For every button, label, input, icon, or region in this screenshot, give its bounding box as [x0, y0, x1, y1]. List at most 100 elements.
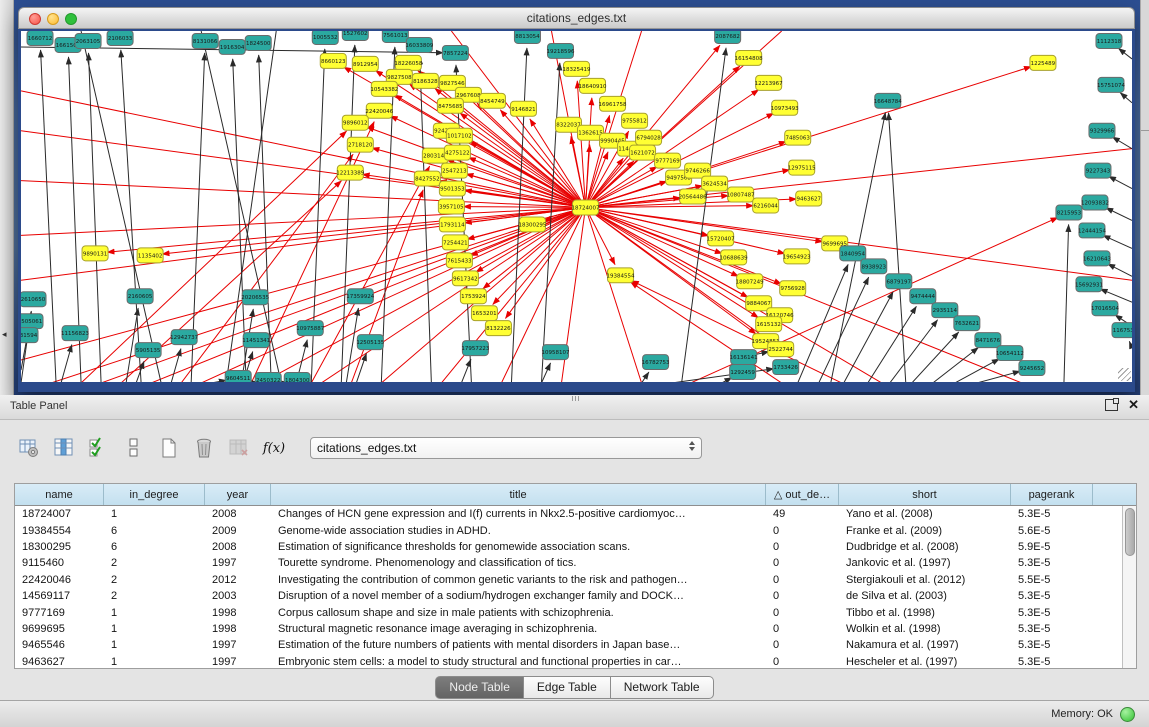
table-row[interactable]: 1872400712008Changes of HCN gene express… — [15, 506, 1122, 522]
graph-node[interactable]: 18226058 — [394, 55, 422, 70]
graph-node[interactable]: 2610650 — [21, 292, 46, 307]
graph-node[interactable]: 15720407 — [707, 231, 735, 246]
graph-node[interactable]: 16961758 — [599, 96, 627, 111]
graph-node[interactable]: 8471676 — [975, 333, 1001, 348]
graph-node[interactable]: 7632621 — [954, 316, 980, 331]
graph-node[interactable]: 8813054 — [514, 31, 540, 43]
function-builder-icon[interactable]: f(x) — [261, 435, 287, 461]
graph-node[interactable]: 8912954 — [352, 56, 378, 71]
table-row[interactable]: 911546021997Tourette syndrome. Phenomeno… — [15, 555, 1122, 571]
graph-node[interactable]: 1840954 — [840, 246, 866, 261]
window-titlebar[interactable]: citations_edges.txt — [18, 7, 1135, 29]
resize-grip-icon[interactable] — [1118, 368, 1131, 381]
graph-node[interactable]: 8215953 — [1056, 205, 1082, 220]
graph-node[interactable]: 9756928 — [780, 281, 806, 296]
graph-node[interactable]: 12213967 — [755, 75, 783, 90]
graph-node[interactable]: 1017102 — [446, 128, 472, 143]
graph-node[interactable]: 16033809 — [405, 37, 433, 52]
table-row[interactable]: 2242004622012Investigating the contribut… — [15, 572, 1122, 588]
graph-node[interactable]: 8454749 — [479, 93, 505, 108]
graph-node[interactable]: 9329966 — [1089, 123, 1115, 138]
graph-node[interactable]: 9777169 — [655, 153, 681, 168]
graph-node[interactable]: 9463627 — [796, 191, 822, 206]
graph-node[interactable]: 7857224 — [442, 45, 468, 60]
graph-node[interactable]: 9617342 — [452, 271, 478, 286]
graph-node[interactable]: 1621072 — [630, 145, 656, 160]
column-header-year[interactable]: year — [205, 484, 271, 505]
graph-node[interactable]: 12975115 — [788, 160, 816, 175]
graph-node[interactable]: 2106033 — [107, 31, 133, 45]
table-row[interactable]: 969969511998Structural magnetic resonanc… — [15, 621, 1122, 637]
table-row[interactable]: 946554611997Estimation of the future num… — [15, 637, 1122, 653]
column-header-out_de[interactable]: △ out_de… — [766, 484, 839, 505]
checklist-icon[interactable] — [86, 435, 112, 461]
graph-node[interactable]: 2087682 — [715, 31, 741, 43]
graph-node[interactable]: 10973493 — [771, 100, 799, 115]
graph-node[interactable]: 7485063 — [785, 130, 811, 145]
graph-node[interactable]: 1793114 — [439, 217, 465, 232]
collapse-arrow-icon[interactable]: ◂ — [2, 330, 7, 339]
graph-node[interactable]: 3624534 — [702, 176, 728, 191]
graph-node[interactable]: 1135402 — [137, 248, 163, 263]
graph-node[interactable]: 5905135 — [135, 343, 161, 358]
table-select-combo[interactable]: citations_edges.txt — [310, 437, 702, 459]
graph-node[interactable]: 11451341 — [242, 333, 270, 348]
graph-node[interactable]: 15692931 — [1075, 277, 1103, 292]
table-scrollbar[interactable] — [1122, 506, 1136, 668]
graph-node[interactable]: 1660712 — [27, 31, 53, 45]
graph-node[interactable]: 12213389 — [336, 165, 364, 180]
graph-node[interactable]: 1292459 — [730, 365, 756, 380]
graph-node[interactable]: 10654112 — [996, 346, 1024, 361]
graph-node[interactable]: 1167533 — [1112, 323, 1132, 338]
column-header-in_degree[interactable]: in_degree — [104, 484, 205, 505]
graph-nodes[interactable]: 1872400718300295866012389129541822605898… — [21, 31, 1132, 382]
graph-node[interactable]: 2547213 — [441, 163, 467, 178]
graph-node[interactable]: 8475685 — [437, 98, 463, 113]
graph-node[interactable]: 18300295 — [518, 217, 546, 232]
row-height-icon[interactable] — [121, 435, 147, 461]
graph-node[interactable]: 9501353 — [439, 181, 465, 196]
graph-node[interactable]: 8186328 — [412, 73, 438, 88]
graph-node[interactable]: 2160605 — [127, 289, 153, 304]
graph-node[interactable]: 18807249 — [736, 274, 764, 289]
graph-node[interactable]: 6879197 — [886, 274, 912, 289]
new-document-icon[interactable] — [156, 435, 182, 461]
graph-node[interactable]: 1916304 — [219, 39, 245, 54]
graph-node[interactable]: 16648784 — [874, 93, 902, 108]
graph-node[interactable]: 9896012 — [342, 115, 368, 130]
graph-node[interactable]: 9227343 — [1085, 163, 1111, 178]
panel-drag-handle[interactable] — [572, 396, 580, 401]
close-panel-icon[interactable]: ✕ — [1128, 398, 1139, 412]
tab-network-table[interactable]: Network Table — [611, 676, 714, 699]
network-window[interactable]: citations_edges.txt 18724007183002958660… — [18, 7, 1135, 392]
graph-node[interactable]: 7615433 — [446, 253, 472, 268]
graph-node[interactable]: 3957105 — [438, 199, 464, 214]
tab-node-table[interactable]: Node Table — [435, 676, 524, 699]
table-column-icon[interactable] — [51, 435, 77, 461]
graph-node[interactable]: 11156823 — [61, 326, 89, 341]
delete-table-icon[interactable] — [191, 435, 217, 461]
column-header-title[interactable]: title — [271, 484, 766, 505]
graph-node[interactable]: 3931594 — [21, 328, 38, 343]
graph-node[interactable]: 2450322 — [255, 373, 281, 382]
import-table-icon[interactable] — [226, 435, 252, 461]
tab-edge-table[interactable]: Edge Table — [524, 676, 611, 699]
graph-node[interactable]: 18640910 — [579, 78, 607, 93]
graph-node[interactable]: 1804300 — [284, 373, 310, 382]
graph-node[interactable]: 1615132 — [756, 317, 782, 332]
column-header-name[interactable]: name — [15, 484, 104, 505]
graph-node[interactable]: 17359924 — [346, 289, 374, 304]
network-canvas[interactable]: 1872400718300295866012389129541822605898… — [21, 31, 1132, 382]
graph-node[interactable]: 2063105 — [75, 33, 101, 48]
graph-node[interactable]: 1753924 — [460, 289, 486, 304]
float-panel-icon[interactable] — [1105, 399, 1118, 411]
graph-node[interactable]: 1733426 — [773, 360, 799, 375]
scrollbar-thumb[interactable] — [1125, 508, 1135, 556]
graph-node[interactable]: 17957223 — [461, 341, 489, 356]
graph-node[interactable]: 10688639 — [720, 250, 748, 265]
graph-node[interactable]: 16782753 — [642, 355, 670, 370]
graph-node[interactable]: 8132226 — [485, 321, 511, 336]
table-row[interactable]: 1456911722003Disruption of a novel membe… — [15, 588, 1122, 604]
graph-node[interactable]: 10975887 — [296, 321, 324, 336]
graph-node[interactable]: 9146821 — [510, 101, 536, 116]
